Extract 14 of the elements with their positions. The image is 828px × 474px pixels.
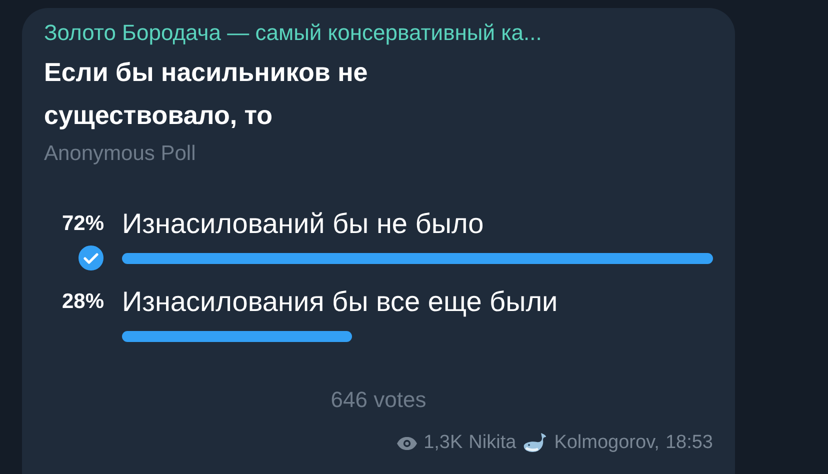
whale-icon [522, 431, 548, 455]
vote-count: 646 votes [330, 387, 426, 412]
channel-name[interactable]: Золото Бородача — самый консервативный ка... [44, 20, 713, 46]
percent-label: 28% [62, 290, 104, 314]
poll-question: Если бы насильников не существовало, то [44, 56, 369, 132]
eye-icon [396, 436, 418, 450]
percent-label: 72% [62, 212, 104, 236]
option-label: Изнасилований бы не было [122, 207, 485, 241]
message-time: 18:53 [665, 432, 713, 454]
view-count: 1,3K [424, 432, 463, 454]
option-label: Изнасилования бы все еще были [122, 285, 559, 319]
author-name: Kolmogorov, [554, 432, 660, 454]
author-name: Nikita [468, 432, 516, 454]
poll-type: Anonymous Poll [44, 141, 197, 167]
